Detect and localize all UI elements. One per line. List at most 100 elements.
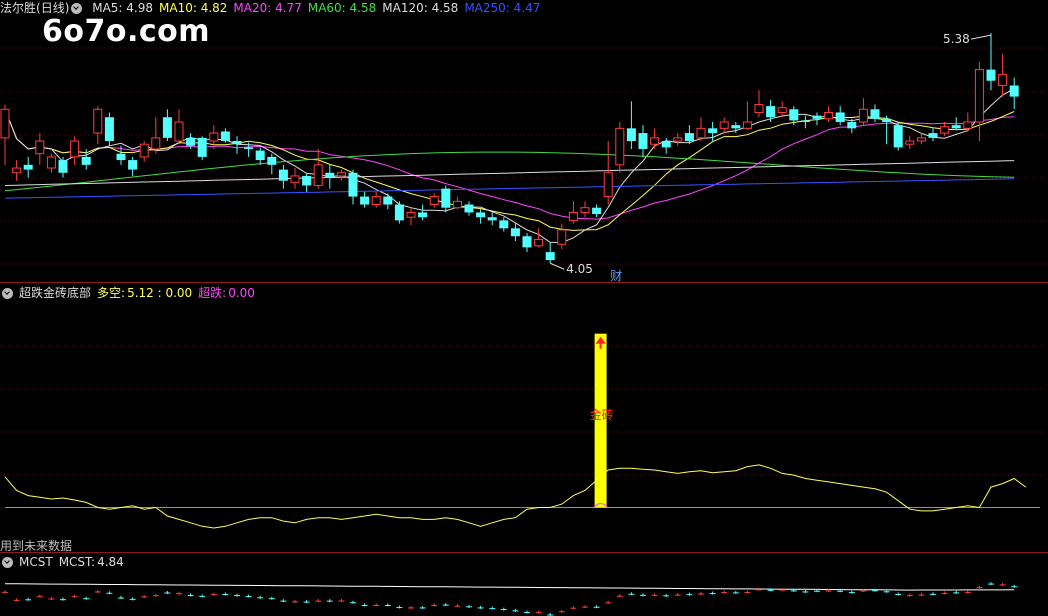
candle-body	[174, 121, 184, 142]
candle-body	[626, 128, 636, 142]
ma-legend-item: MA20: 4.77	[233, 1, 302, 15]
candle-body	[487, 217, 497, 221]
candle-body	[986, 69, 996, 81]
candle-body	[766, 106, 776, 118]
indicator-header: 超跌金砖底部 多空: 5.12 : 0.00 超跌: 0.00	[0, 285, 261, 301]
candle-body	[186, 137, 196, 146]
candle-body	[325, 172, 335, 178]
chevron-down-icon[interactable]	[2, 557, 13, 568]
chevron-down-icon[interactable]	[71, 3, 83, 14]
candle-body	[336, 172, 346, 177]
mcst-value: 4.84	[97, 555, 124, 569]
candle-body	[255, 150, 265, 161]
watermark-logo: 6o7o.com	[42, 14, 211, 49]
mcst-label: MCST:	[58, 555, 96, 569]
duokong-line	[4, 464, 1027, 529]
candle-body	[139, 143, 149, 158]
candle-body	[371, 196, 381, 206]
candle-body	[916, 137, 926, 142]
ma-legend-item: MA5: 4.98	[92, 1, 153, 15]
low-arrow	[550, 262, 565, 270]
candle-body	[661, 141, 671, 148]
candle-body	[708, 128, 718, 134]
mcst-panel: MCST MCST: 4.84	[0, 553, 1048, 616]
indicator-chart: 金砖	[0, 333, 1048, 553]
candle-body	[545, 252, 555, 261]
candle-body	[580, 207, 590, 213]
candle-body	[615, 127, 625, 166]
finance-marker: 财	[610, 269, 622, 283]
candle-body	[603, 172, 613, 198]
indicator-name: 超跌金砖底部	[19, 286, 92, 300]
candle-body	[162, 117, 172, 138]
ma-legend: MA5: 4.98 MA10: 4.82 MA20: 4.77 MA60: 4.58 M…	[92, 1, 546, 15]
period-label: (日线)	[36, 1, 70, 15]
candle-body	[93, 108, 103, 134]
candle-body	[789, 109, 799, 121]
candle-body	[418, 212, 428, 218]
candle-body	[476, 212, 486, 218]
candle-body	[940, 126, 950, 134]
candle-body	[905, 140, 915, 145]
ma-legend-item: MA60: 4.58	[307, 1, 377, 15]
candle-body	[742, 121, 752, 129]
candle-body	[290, 175, 300, 183]
candle-body	[812, 115, 822, 119]
candle-body	[267, 156, 277, 165]
candle-body	[963, 121, 973, 129]
candle-body	[847, 121, 857, 129]
candle-body	[824, 111, 834, 120]
candle-body	[220, 131, 230, 142]
candle-body	[731, 125, 741, 129]
candle-body	[46, 156, 56, 169]
candle-body	[81, 156, 91, 165]
candle-body	[464, 204, 474, 213]
indicator-panel: 金砖 超跌金砖底部 多空: 5.12 : 0.00 超跌: 0.00	[0, 283, 1048, 553]
chevron-down-icon[interactable]	[2, 288, 13, 299]
candle-body	[638, 133, 648, 149]
candle-body	[522, 236, 532, 248]
chaodie-value: 0.00	[228, 286, 255, 300]
candle-body	[313, 164, 323, 186]
candle-body	[197, 137, 207, 157]
candle-body	[394, 204, 404, 221]
candle-body	[893, 125, 903, 148]
candle-body	[58, 160, 68, 173]
candle-body	[499, 220, 509, 229]
candle-body	[835, 112, 845, 122]
candle-body	[568, 211, 578, 221]
candle-body	[534, 238, 544, 247]
ma60-line	[4, 151, 1015, 192]
mcst-name: MCST	[19, 555, 53, 569]
candle-body	[429, 196, 439, 206]
candle-body	[209, 132, 219, 142]
chaodie-label: 超跌:	[198, 286, 227, 300]
candle-body	[151, 137, 161, 150]
candle-body	[858, 108, 868, 123]
candle-body	[650, 137, 660, 145]
ma-legend-item: MA120: 4.58	[382, 1, 459, 15]
mcst-header: MCST MCST: 4.84	[0, 554, 130, 570]
signal-label: 金砖	[590, 407, 614, 422]
candle-body	[0, 108, 10, 139]
ma10-line	[4, 109, 1015, 231]
candle-body	[696, 127, 706, 139]
candle-body	[383, 196, 393, 205]
candle-body	[452, 200, 462, 209]
candle-body	[557, 229, 567, 245]
duokong-label: 多空:	[97, 286, 126, 300]
ma-legend-item: MA10: 4.82	[159, 1, 228, 15]
candle-body	[232, 141, 242, 145]
candle-body	[719, 121, 729, 129]
candle-body	[104, 117, 114, 142]
candle-body	[870, 109, 880, 119]
candle-body	[128, 160, 138, 170]
candle-body	[302, 175, 312, 186]
candle-body	[928, 133, 938, 138]
candle-body	[116, 153, 126, 161]
candle-body	[951, 125, 961, 129]
candle-body	[35, 140, 45, 155]
high-label: 5.38	[943, 32, 970, 46]
candle-body	[278, 169, 288, 181]
candle-body	[12, 167, 22, 174]
